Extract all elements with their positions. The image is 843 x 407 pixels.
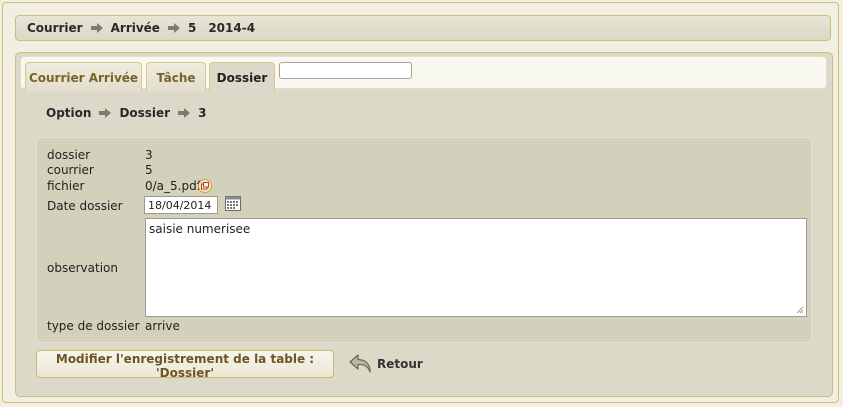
- breadcrumb-item-number: 5: [187, 21, 197, 35]
- courrier-value: 5: [145, 163, 153, 177]
- courrier-label: courrier: [47, 163, 94, 177]
- arrow-right-icon: [90, 23, 103, 33]
- sub-breadcrumb-dossier[interactable]: Dossier: [119, 106, 170, 120]
- breadcrumb-item-courrier[interactable]: Courrier: [27, 21, 83, 35]
- tab-tache[interactable]: Tâche: [146, 62, 206, 92]
- calendar-icon[interactable]: [225, 195, 241, 211]
- date-dossier-label: Date dossier: [47, 199, 123, 213]
- content-panel: Courrier Arrivée Tâche Dossier Option Do…: [15, 52, 833, 397]
- resize-grip-icon[interactable]: [796, 306, 804, 314]
- breadcrumb-ref: 2014-4: [208, 21, 256, 35]
- breadcrumb-item-arrivee[interactable]: Arrivée: [111, 21, 160, 35]
- main-container: Courrier Arrivée 5 2014-4 Courrier Arriv…: [2, 2, 839, 403]
- sub-breadcrumb-number: 3: [198, 106, 207, 120]
- dossier-value: 3: [145, 148, 153, 162]
- sub-breadcrumb-option[interactable]: Option: [46, 106, 91, 120]
- dossier-label: dossier: [47, 148, 91, 162]
- fichier-label: fichier: [47, 179, 85, 193]
- tab-strip: Courrier Arrivée Tâche Dossier: [20, 56, 827, 93]
- retour-label: Retour: [377, 357, 423, 371]
- sub-breadcrumb: Option Dossier 3: [46, 106, 206, 120]
- observation-label: observation: [47, 261, 118, 275]
- date-dossier-field[interactable]: [144, 196, 218, 214]
- arrow-right-icon: [167, 23, 180, 33]
- external-link-icon[interactable]: [198, 179, 212, 193]
- tab-dossier[interactable]: Dossier: [209, 62, 275, 93]
- undo-arrow-icon: [349, 354, 371, 373]
- tab-courrier-arrivee[interactable]: Courrier Arrivée: [25, 62, 142, 92]
- type-dossier-value: arrive: [145, 319, 180, 333]
- type-dossier-label: type de dossier: [47, 319, 140, 333]
- fichier-link[interactable]: 0/a_5.pdf: [145, 179, 201, 193]
- observation-text: saisie numerisee: [149, 222, 251, 236]
- arrow-right-icon: [99, 108, 112, 118]
- arrow-right-icon: [178, 108, 191, 118]
- dossier-form: dossier 3 courrier 5 fichier 0/a_5.pdf D…: [36, 137, 812, 343]
- retour-button[interactable]: Retour: [349, 353, 423, 375]
- breadcrumb: Courrier Arrivée 5 2014-4: [15, 15, 831, 41]
- observation-textarea[interactable]: saisie numerisee: [145, 218, 807, 317]
- modify-record-button[interactable]: Modifier l'enregistrement de la table : …: [36, 350, 334, 380]
- tab-search-input[interactable]: [279, 62, 412, 79]
